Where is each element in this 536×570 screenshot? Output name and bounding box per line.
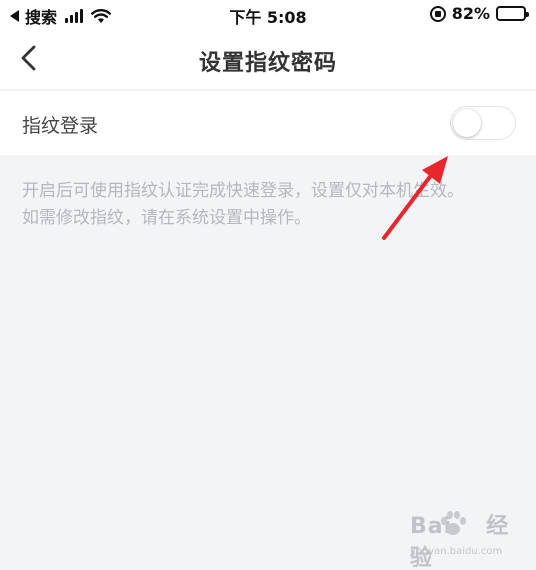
watermark-brand: Bai 经验 — [410, 514, 510, 570]
toggle-knob[interactable] — [453, 109, 481, 137]
nav-bar: 设置指纹密码 — [0, 28, 536, 90]
status-bar: 搜索 下午 5:08 82% — [0, 0, 536, 28]
paw-logo-icon — [441, 511, 466, 535]
page-title: 设置指纹密码 — [198, 51, 337, 76]
orientation-lock-icon — [429, 5, 446, 22]
fingerprint-login-toggle[interactable] — [450, 106, 516, 140]
battery-percent: 82% — [451, 4, 490, 23]
baidu-watermark: Bai 经验 jingyan.baidu.com — [410, 508, 530, 570]
watermark-url: jingyan.baidu.com — [410, 546, 503, 557]
red-arrow-annotation — [382, 156, 448, 240]
status-right: 82% — [429, 4, 529, 23]
battery-icon — [496, 6, 529, 21]
fingerprint-login-label: 指纹登录 — [22, 115, 99, 137]
